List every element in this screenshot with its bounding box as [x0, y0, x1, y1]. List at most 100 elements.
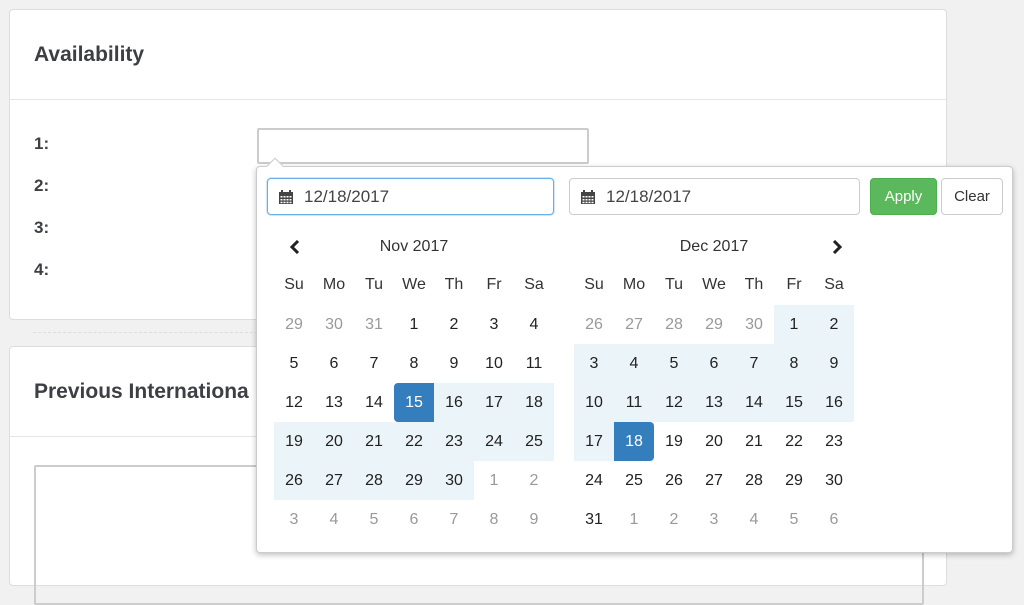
calendar-day-in-range[interactable]: 17: [574, 422, 614, 461]
calendar-day-in-range[interactable]: 3: [574, 344, 614, 383]
calendar-day-outside-month[interactable]: 6: [814, 500, 854, 539]
calendar-day-outside-month[interactable]: 31: [354, 305, 394, 344]
calendar-day-in-range[interactable]: 30: [434, 461, 474, 500]
calendar-day[interactable]: 3: [474, 305, 514, 344]
calendar-day[interactable]: 11: [514, 344, 554, 383]
calendar-day[interactable]: 28: [734, 461, 774, 500]
end-date-input[interactable]: 12/18/2017: [569, 178, 860, 215]
calendar-day-outside-month[interactable]: 26: [574, 305, 614, 344]
calendar-day[interactable]: 12: [274, 383, 314, 422]
calendar-day-in-range[interactable]: 16: [434, 383, 474, 422]
calendar-day-selected[interactable]: 15: [394, 383, 434, 422]
calendar-day-outside-month[interactable]: 2: [514, 461, 554, 500]
start-date-input[interactable]: 12/18/2017: [267, 178, 554, 215]
calendar-week-row: 24 25 26 27 28 29 30: [574, 461, 854, 500]
calendar-day-in-range[interactable]: 11: [614, 383, 654, 422]
calendar-day-outside-month[interactable]: 1: [474, 461, 514, 500]
calendar-day-in-range[interactable]: 19: [274, 422, 314, 461]
calendar-day-outside-month[interactable]: 3: [694, 500, 734, 539]
calendar-day[interactable]: 8: [394, 344, 434, 383]
calendar-day[interactable]: 22: [774, 422, 814, 461]
calendar-day-outside-month[interactable]: 1: [614, 500, 654, 539]
calendar-day[interactable]: 10: [474, 344, 514, 383]
calendar-day-outside-month[interactable]: 29: [694, 305, 734, 344]
calendar-day-outside-month[interactable]: 7: [434, 500, 474, 539]
calendar-day-in-range[interactable]: 6: [694, 344, 734, 383]
calendar-day[interactable]: 26: [654, 461, 694, 500]
calendar-day-in-range[interactable]: 14: [734, 383, 774, 422]
availability-date-range-input-1[interactable]: [257, 128, 589, 164]
calendar-day-in-range[interactable]: 25: [514, 422, 554, 461]
calendar-day[interactable]: 14: [354, 383, 394, 422]
weekday-label: Mo: [622, 276, 646, 293]
calendar-day-in-range[interactable]: 27: [314, 461, 354, 500]
calendar-day[interactable]: 4: [514, 305, 554, 344]
calendar-day-outside-month[interactable]: 8: [474, 500, 514, 539]
calendar-day[interactable]: 30: [814, 461, 854, 500]
calendar-day-in-range[interactable]: 17: [474, 383, 514, 422]
calendar-day-in-range[interactable]: 2: [814, 305, 854, 344]
calendar-day[interactable]: 25: [614, 461, 654, 500]
apply-button[interactable]: Apply: [870, 178, 937, 215]
calendar-day-in-range[interactable]: 22: [394, 422, 434, 461]
calendar-day-in-range[interactable]: 9: [814, 344, 854, 383]
calendar-day-outside-month[interactable]: 27: [614, 305, 654, 344]
calendar-day-selected[interactable]: 18: [614, 422, 654, 461]
calendar-day-in-range[interactable]: 13: [694, 383, 734, 422]
calendar-day[interactable]: 29: [774, 461, 814, 500]
calendar-day-outside-month[interactable]: 5: [354, 500, 394, 539]
calendar-day-outside-month[interactable]: 6: [394, 500, 434, 539]
calendar-day-outside-month[interactable]: 2: [654, 500, 694, 539]
calendar-day-outside-month[interactable]: 28: [654, 305, 694, 344]
calendar-day-outside-month[interactable]: 5: [774, 500, 814, 539]
weekday-label: Th: [444, 276, 464, 293]
calendar-day[interactable]: 27: [694, 461, 734, 500]
next-month-button[interactable]: [828, 238, 846, 256]
calendar-week-row: 26 27 28 29 30 1 2: [274, 461, 554, 500]
calendar-day-in-range[interactable]: 1: [774, 305, 814, 344]
calendar-day-in-range[interactable]: 18: [514, 383, 554, 422]
calendar-day-in-range[interactable]: 12: [654, 383, 694, 422]
calendar-day-in-range[interactable]: 23: [434, 422, 474, 461]
calendar-day[interactable]: 20: [694, 422, 734, 461]
calendar-day-outside-month[interactable]: 9: [514, 500, 554, 539]
calendar-day[interactable]: 1: [394, 305, 434, 344]
calendar-day-outside-month[interactable]: 30: [314, 305, 354, 344]
calendar-day-in-range[interactable]: 28: [354, 461, 394, 500]
clear-button[interactable]: Clear: [941, 178, 1003, 215]
calendar-day-in-range[interactable]: 29: [394, 461, 434, 500]
calendar-day[interactable]: 7: [354, 344, 394, 383]
calendar-day[interactable]: 31: [574, 500, 614, 539]
calendar-day-in-range[interactable]: 20: [314, 422, 354, 461]
calendar-day[interactable]: 24: [574, 461, 614, 500]
calendar-day-in-range[interactable]: 16: [814, 383, 854, 422]
calendar-day[interactable]: 9: [434, 344, 474, 383]
calendar-day-in-range[interactable]: 7: [734, 344, 774, 383]
weekday-label: Tu: [664, 276, 684, 293]
calendar-day-in-range[interactable]: 15: [774, 383, 814, 422]
calendar-day[interactable]: 2: [434, 305, 474, 344]
calendar-day-in-range[interactable]: 4: [614, 344, 654, 383]
calendar-day-outside-month[interactable]: 4: [734, 500, 774, 539]
calendar-day-outside-month[interactable]: 30: [734, 305, 774, 344]
calendar-day[interactable]: 5: [274, 344, 314, 383]
calendar-day-in-range[interactable]: 8: [774, 344, 814, 383]
calendar-day[interactable]: 6: [314, 344, 354, 383]
weekday-header: Su Mo Tu We Th Fr Sa: [574, 265, 854, 305]
calendar-day-in-range[interactable]: 5: [654, 344, 694, 383]
calendar-day-outside-month[interactable]: 3: [274, 500, 314, 539]
calendar-week-row: 17 18 19 20 21 22 23: [574, 422, 854, 461]
calendar-day-outside-month[interactable]: 29: [274, 305, 314, 344]
calendar-day-in-range[interactable]: 21: [354, 422, 394, 461]
calendar-day-in-range[interactable]: 10: [574, 383, 614, 422]
calendar-day-in-range[interactable]: 24: [474, 422, 514, 461]
calendar-day[interactable]: 21: [734, 422, 774, 461]
calendar-week-row: 3456789: [274, 500, 554, 539]
section-divider: [33, 332, 263, 333]
calendar-day[interactable]: 23: [814, 422, 854, 461]
calendar-day-outside-month[interactable]: 4: [314, 500, 354, 539]
calendar-day[interactable]: 19: [654, 422, 694, 461]
availability-title: Availability: [10, 10, 946, 100]
calendar-day-in-range[interactable]: 26: [274, 461, 314, 500]
calendar-day[interactable]: 13: [314, 383, 354, 422]
